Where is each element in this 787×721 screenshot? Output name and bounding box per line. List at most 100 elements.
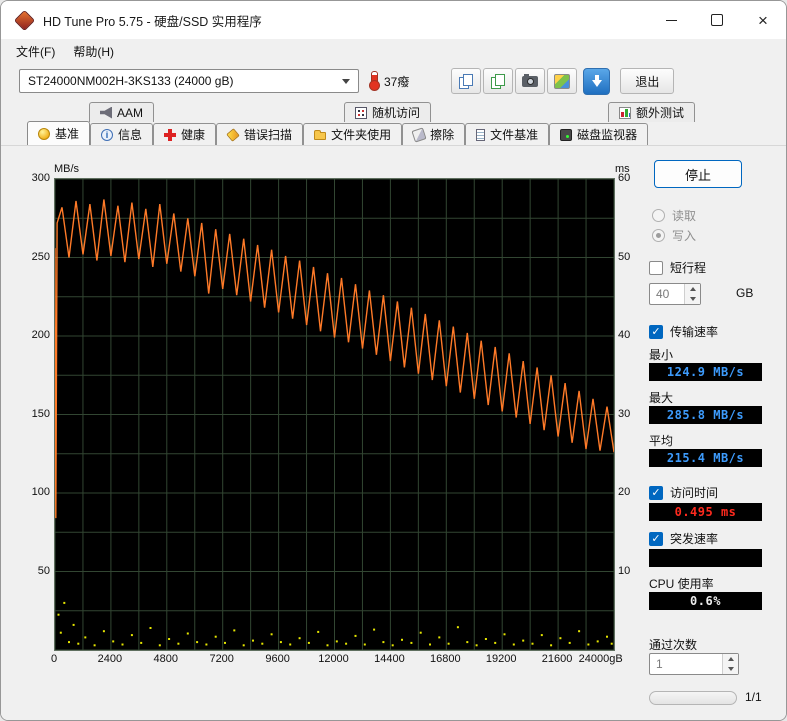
x-axis-tick-label: 9600 <box>265 653 290 665</box>
access-time-checkbox[interactable] <box>649 485 663 500</box>
copy-icon <box>458 74 474 89</box>
min-value: 124.9 MB/s <box>649 363 762 381</box>
stepper-up-button[interactable] <box>723 654 738 664</box>
minimize-button[interactable] <box>648 1 694 39</box>
tab-row-primary: 基准 信息 健康 错误扫描 文件夹使用 擦除 <box>27 121 649 145</box>
save-button[interactable] <box>547 68 578 94</box>
max-label: 最大 <box>649 391 674 405</box>
tab-random-access[interactable]: 随机访问 <box>344 102 432 122</box>
write-radio[interactable] <box>652 229 665 242</box>
x-axis-tick-label: 19200 <box>485 653 517 665</box>
cpu-usage-label: CPU 使用率 <box>649 577 714 591</box>
read-radio[interactable] <box>652 209 665 222</box>
tab-label: 健康 <box>181 128 206 142</box>
read-label: 读取 <box>672 209 697 223</box>
access-time-value: 0.495 ms <box>649 503 762 521</box>
y-axis-tick-label: 50 <box>37 564 50 577</box>
tab-benchmark[interactable]: 基准 <box>27 121 91 145</box>
stepper-down-button[interactable] <box>685 294 700 304</box>
access-time-row: 访问时间 <box>649 484 718 501</box>
tab-file-benchmark[interactable]: 文件基准 <box>465 123 550 145</box>
tab-label: 磁盘监视器 <box>577 128 638 142</box>
down-arrow-icon <box>689 297 696 301</box>
window-title: HD Tune Pro 5.75 - 硬盘/SSD 实用程序 <box>43 14 262 29</box>
min-label: 最小 <box>649 348 674 362</box>
tab-label: 随机访问 <box>372 106 421 120</box>
tab-erase[interactable]: 擦除 <box>402 123 466 145</box>
stepper-arrows <box>684 284 700 304</box>
x-axis-tick-label: 2400 <box>97 653 123 665</box>
minimize-icon <box>665 19 677 21</box>
tab-disk-monitor[interactable]: 磁盘监视器 <box>549 123 649 145</box>
x-axis-tick-label: 12000 <box>318 653 349 665</box>
transfer-rate-checkbox[interactable] <box>649 324 663 339</box>
y-axis-tick-label: 150 <box>31 407 50 420</box>
tab-extra-tests[interactable]: 额外测试 <box>608 102 696 122</box>
copy-text-button[interactable] <box>451 68 482 94</box>
pass-count-value: 1 <box>656 657 663 671</box>
y-axis-left-unit: MB/s <box>54 163 80 175</box>
tab-folder-usage[interactable]: 文件夹使用 <box>303 123 403 145</box>
chevron-down-icon <box>342 78 350 84</box>
tab-label: 文件基准 <box>490 128 539 142</box>
chart-plot-area <box>54 178 615 651</box>
gb-unit-label: GB <box>736 286 754 300</box>
maximize-icon <box>711 14 723 26</box>
dice-icon <box>355 106 367 119</box>
burst-rate-checkbox[interactable] <box>649 531 663 546</box>
x-axis-tick-label: 14400 <box>374 653 405 665</box>
app-icon <box>13 9 36 31</box>
camera-icon <box>522 73 539 87</box>
stop-button[interactable]: 停止 <box>654 160 742 188</box>
benchmark-page: MB/s ms 300 250 200 150 100 50 60 50 40 30 20 10 0… <box>1 145 786 720</box>
short-stroke-checkbox[interactable] <box>649 260 663 275</box>
tab-label: 额外测试 <box>636 106 685 120</box>
transfer-rate-label: 传输速率 <box>670 325 719 339</box>
thermometer-icon <box>369 71 380 91</box>
tab-info[interactable]: 信息 <box>90 123 154 145</box>
copy-image-icon <box>490 74 506 89</box>
copy-image-button[interactable] <box>483 68 514 94</box>
drive-selector[interactable]: ST24000NM002H-3KS133 (24000 gB) <box>19 69 359 93</box>
tab-label: 基准 <box>55 127 80 141</box>
pass-count-stepper[interactable]: 1 <box>649 653 739 675</box>
drive-selector-value: ST24000NM002H-3KS133 (24000 gB) <box>28 74 234 88</box>
avg-value: 215.4 MB/s <box>649 449 762 467</box>
app-window: HD Tune Pro 5.75 - 硬盘/SSD 实用程序 × 文件(F) 帮… <box>0 0 787 721</box>
temperature-value: 37癈 <box>384 74 410 89</box>
disk-icon <box>560 128 573 141</box>
burst-rate-row: 突发速率 <box>649 530 718 547</box>
download-button[interactable] <box>583 67 611 95</box>
y-axis-tick-label: 250 <box>31 250 50 263</box>
tab-health[interactable]: 健康 <box>153 123 217 145</box>
maximize-button[interactable] <box>694 1 740 39</box>
y-axis-tick-label: 300 <box>31 172 50 184</box>
speaker-icon <box>100 106 112 119</box>
stepper-down-button[interactable] <box>723 664 738 674</box>
short-stroke-size-stepper[interactable]: 40 <box>649 283 701 305</box>
cpu-usage-value: 0.6% <box>649 592 762 610</box>
file-icon <box>476 128 486 141</box>
tab-error-scan[interactable]: 错误扫描 <box>216 123 304 145</box>
tab-label: 错误扫描 <box>244 128 293 142</box>
y-axis-tick-label: 200 <box>31 329 50 341</box>
folder-icon <box>314 130 327 140</box>
avg-label: 平均 <box>649 434 674 448</box>
save-icon <box>554 73 571 89</box>
eraser-icon <box>411 126 427 143</box>
pass-count-label: 通过次数 <box>649 638 698 652</box>
stepper-up-button[interactable] <box>685 284 700 294</box>
close-button[interactable]: × <box>740 1 786 39</box>
x-axis-tick-label: 0 <box>50 653 58 665</box>
screenshot-button[interactable] <box>515 68 546 94</box>
exit-button[interactable]: 退出 <box>620 68 675 94</box>
bar-chart-icon <box>619 106 631 119</box>
x-axis-tick-label: 16800 <box>430 653 461 665</box>
write-label: 写入 <box>672 229 697 243</box>
tab-label: 擦除 <box>430 128 455 142</box>
up-arrow-icon <box>727 657 734 661</box>
menu-help[interactable]: 帮助(H) <box>64 40 123 63</box>
pencil-icon <box>226 127 240 142</box>
menu-file[interactable]: 文件(F) <box>7 40 64 63</box>
tab-aam[interactable]: AAM <box>89 102 155 122</box>
